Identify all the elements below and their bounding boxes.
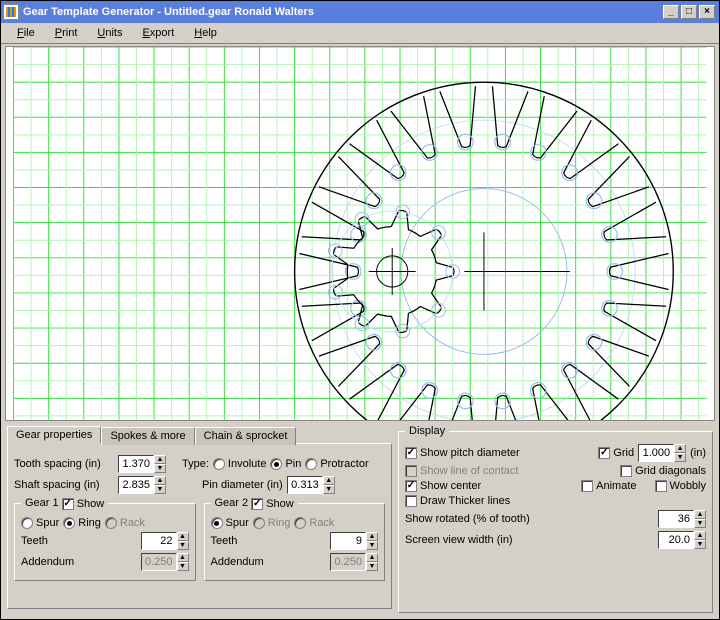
pin-diameter-label: Pin diameter (in) bbox=[202, 479, 283, 491]
pin-diameter-input[interactable] bbox=[287, 476, 323, 494]
tooth-spacing-spinner[interactable]: ▲▼ bbox=[118, 455, 166, 473]
tabs: Gear properties Spokes & more Chain & sp… bbox=[7, 425, 392, 443]
gear2-addendum: ▲▼ bbox=[330, 553, 378, 571]
gear-canvas[interactable] bbox=[5, 46, 715, 421]
gear1-addendum: ▲▼ bbox=[141, 553, 189, 571]
check-wobbly[interactable]: Wobbly bbox=[655, 480, 706, 492]
check-show-center[interactable]: Show center bbox=[405, 480, 481, 492]
gear2-spur[interactable]: Spur bbox=[211, 517, 249, 529]
shaft-spacing-label: Shaft spacing (in) bbox=[14, 479, 114, 491]
radio-protractor[interactable]: Protractor bbox=[305, 458, 368, 470]
menu-print[interactable]: Print bbox=[47, 25, 86, 41]
minimize-button[interactable]: _ bbox=[663, 5, 679, 19]
maximize-button[interactable]: □ bbox=[681, 5, 697, 19]
tab-gear-properties[interactable]: Gear properties bbox=[7, 426, 101, 444]
small-gear bbox=[329, 205, 460, 338]
gear1-rack: Rack bbox=[105, 517, 145, 529]
gear2-addendum-label: Addendum bbox=[211, 556, 327, 568]
gear2-ring: Ring bbox=[253, 517, 291, 529]
show-rotated-label: Show rotated (% of tooth) bbox=[405, 513, 654, 525]
type-label: Type: bbox=[182, 458, 209, 470]
gear2-teeth[interactable]: ▲▼ bbox=[330, 532, 378, 550]
tab-body: Tooth spacing (in) ▲▼ Type: Involute Pin… bbox=[7, 443, 392, 609]
menu-export[interactable]: Export bbox=[134, 25, 182, 41]
check-grid[interactable]: Grid bbox=[598, 447, 634, 459]
check-grid-diag[interactable]: Grid diagonals bbox=[620, 465, 706, 477]
radio-involute[interactable]: Involute bbox=[213, 458, 267, 470]
tab-chain[interactable]: Chain & sprocket bbox=[195, 427, 297, 445]
radio-pin[interactable]: Pin bbox=[270, 458, 301, 470]
canvas-svg bbox=[6, 47, 714, 420]
titlebar: Gear Template Generator - Untitled.gear … bbox=[1, 1, 719, 23]
menu-file[interactable]: File bbox=[9, 25, 43, 41]
shaft-spacing-spinner[interactable]: ▲▼ bbox=[118, 476, 166, 494]
tooth-spacing-label: Tooth spacing (in) bbox=[14, 458, 114, 470]
screen-width[interactable]: ▲▼ bbox=[658, 531, 706, 549]
screen-width-label: Screen view width (in) bbox=[405, 534, 654, 546]
gear1-show-check[interactable]: Show bbox=[62, 498, 105, 510]
check-show-pitch[interactable]: Show pitch diameter bbox=[405, 447, 520, 459]
check-thicker[interactable]: Draw Thicker lines bbox=[405, 495, 510, 507]
gear1-spur[interactable]: Spur bbox=[21, 517, 59, 529]
gear1-addendum-label: Addendum bbox=[21, 556, 137, 568]
gear1-teeth[interactable]: ▲▼ bbox=[141, 532, 189, 550]
gear1-teeth-label: Teeth bbox=[21, 535, 137, 547]
menubar: File Print Units Export Help bbox=[1, 23, 719, 45]
check-animate[interactable]: Animate bbox=[581, 480, 636, 492]
tooth-spacing-input[interactable] bbox=[118, 455, 154, 473]
grid-value[interactable]: ▲▼ bbox=[638, 444, 686, 462]
gear2-show-check[interactable]: Show bbox=[251, 498, 294, 510]
app-window: Gear Template Generator - Untitled.gear … bbox=[0, 0, 720, 620]
gear2-teeth-label: Teeth bbox=[211, 535, 327, 547]
window-title: Gear Template Generator - Untitled.gear … bbox=[23, 6, 314, 18]
window-buttons: _ □ × bbox=[663, 5, 715, 19]
tab-spokes[interactable]: Spokes & more bbox=[101, 427, 194, 445]
gear2-rack: Rack bbox=[294, 517, 334, 529]
menu-help[interactable]: Help bbox=[186, 25, 225, 41]
app-icon bbox=[3, 4, 19, 20]
display-group: Display Show pitch diameter Grid ▲▼ (in)… bbox=[398, 425, 713, 613]
gear1-group: Gear 1 Show Spur Ring Rack Teeth▲▼ Adden… bbox=[14, 497, 196, 581]
bottom-panel: Gear properties Spokes & more Chain & sp… bbox=[1, 421, 719, 619]
pin-diameter-spinner[interactable]: ▲▼ bbox=[287, 476, 335, 494]
shaft-spacing-input[interactable] bbox=[118, 476, 154, 494]
check-line-contact: Show line of contact bbox=[405, 465, 518, 477]
show-rotated[interactable]: ▲▼ bbox=[658, 510, 706, 528]
gear2-group: Gear 2 Show Spur Ring Rack Teeth▲▼ Adden… bbox=[204, 497, 386, 581]
close-button[interactable]: × bbox=[699, 5, 715, 19]
menu-units[interactable]: Units bbox=[89, 25, 130, 41]
gear1-ring[interactable]: Ring bbox=[63, 517, 101, 529]
